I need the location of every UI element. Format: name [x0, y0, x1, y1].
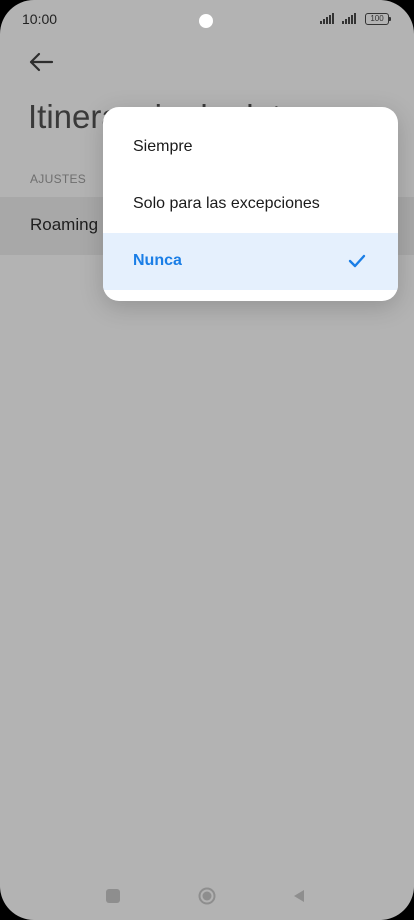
option-label: Solo para las excepciones [133, 195, 320, 212]
option-label: Siempre [133, 138, 193, 155]
arrow-left-icon[interactable] [26, 48, 56, 76]
status-time: 10:00 [22, 11, 58, 27]
section-label: AJUSTES [30, 172, 87, 186]
option-label: Nunca [133, 252, 182, 269]
recent-apps-icon[interactable] [106, 889, 120, 903]
option-siempre[interactable]: Siempre [103, 119, 398, 176]
check-icon [348, 253, 366, 269]
option-solo-excepciones[interactable]: Solo para las excepciones [103, 176, 398, 233]
camera-cutout [199, 14, 213, 28]
phone-screen: 10:00 100 Itinerancia de datos AJUSTES R… [0, 0, 414, 920]
back-icon[interactable] [291, 888, 307, 904]
status-bar: 10:00 100 [0, 0, 414, 40]
option-nunca[interactable]: Nunca [103, 233, 398, 290]
battery-icon: 100 [365, 13, 391, 25]
signal-icon [342, 12, 360, 24]
settings-row-label: Roaming [30, 215, 99, 234]
navigation-bar [0, 872, 414, 920]
signal-icon [320, 12, 338, 24]
home-icon[interactable] [198, 887, 216, 905]
roaming-options-popup: Siempre Solo para las excepciones Nunca [103, 107, 398, 301]
